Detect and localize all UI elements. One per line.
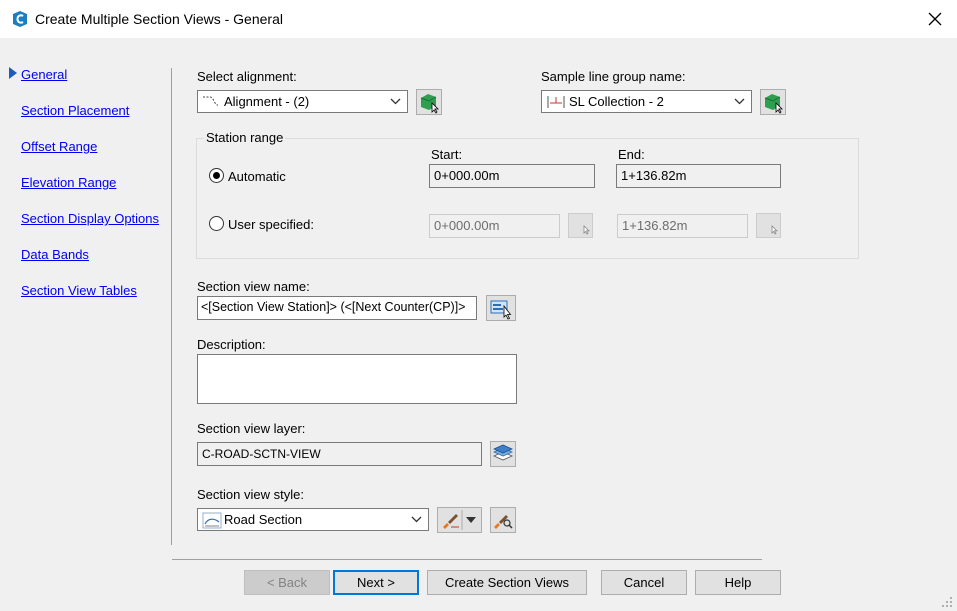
station-range-group <box>196 138 859 259</box>
section-view-name-field[interactable]: <[Section View Station]> (<[Next Counter… <box>197 296 477 320</box>
start-label: Start: <box>431 147 463 162</box>
alignment-icon <box>203 96 219 106</box>
sample-line-group-combo[interactable]: SL Collection - 2 <box>541 90 752 113</box>
end-label: End: <box>618 147 645 162</box>
close-button[interactable] <box>920 6 950 32</box>
automatic-end-field[interactable]: 1+136.82m <box>616 164 781 188</box>
nav-item-section-view-tables[interactable]: Section View Tables <box>21 283 137 298</box>
pick-from-drawing-icon <box>420 94 439 114</box>
pick-from-drawing-icon <box>764 94 783 114</box>
chevron-down-icon <box>734 98 745 105</box>
pick-sample-line-group-button[interactable] <box>760 89 786 115</box>
style-edit-icon <box>443 510 476 530</box>
nav-item-section-display-options[interactable]: Section Display Options <box>21 211 159 226</box>
user-specified-radio[interactable] <box>209 216 224 231</box>
current-page-arrow-icon <box>9 67 17 79</box>
edit-name-template-button[interactable] <box>486 295 516 321</box>
back-button[interactable]: < Back <box>244 570 330 595</box>
wizard-nav: General Section Placement Offset Range E… <box>0 38 172 611</box>
section-view-layer-label: Section view layer: <box>197 421 306 436</box>
user-start-field[interactable]: 0+000.00m <box>429 214 560 238</box>
automatic-start-field[interactable]: 0+000.00m <box>429 164 595 188</box>
station-range-title: Station range <box>204 130 286 145</box>
chevron-down-icon <box>390 98 401 105</box>
resize-grip-icon[interactable] <box>940 595 954 609</box>
nav-divider <box>171 68 172 545</box>
civil3d-app-icon <box>13 11 27 27</box>
title-bar: Create Multiple Section Views - General <box>0 0 957 38</box>
alignment-value: Alignment - (2) <box>224 94 310 109</box>
automatic-label: Automatic <box>228 169 286 184</box>
user-end-field[interactable]: 1+136.82m <box>617 214 748 238</box>
pick-end-station-button[interactable] <box>756 213 781 238</box>
section-view-layer-field[interactable]: C-ROAD-SCTN-VIEW <box>197 442 482 466</box>
style-preview-icon <box>494 515 513 529</box>
section-view-style-value: Road Section <box>224 512 303 527</box>
select-layer-button[interactable] <box>490 441 516 467</box>
cancel-button[interactable]: Cancel <box>601 570 687 595</box>
description-field[interactable] <box>197 354 517 404</box>
automatic-radio[interactable] <box>209 168 224 183</box>
nav-item-general[interactable]: General <box>21 67 67 82</box>
nav-item-data-bands[interactable]: Data Bands <box>21 247 89 262</box>
help-button[interactable]: Help <box>695 570 781 595</box>
close-icon <box>928 12 942 26</box>
next-button[interactable]: Next > <box>333 570 419 595</box>
pick-cursor-icon <box>771 225 778 235</box>
layers-icon <box>493 444 513 461</box>
sample-line-icon <box>547 96 565 108</box>
section-view-style-combo[interactable]: Road Section <box>197 508 429 531</box>
nav-item-section-placement[interactable]: Section Placement <box>21 103 129 118</box>
pick-alignment-button[interactable] <box>416 89 442 115</box>
section-view-style-label: Section view style: <box>197 487 304 502</box>
sample-line-group-value: SL Collection - 2 <box>569 94 664 109</box>
alignment-combo[interactable]: Alignment - (2) <box>197 90 408 113</box>
window-title: Create Multiple Section Views - General <box>35 11 283 27</box>
create-section-views-button[interactable]: Create Section Views <box>427 570 587 595</box>
button-divider <box>172 559 762 560</box>
pick-start-station-button[interactable] <box>568 213 593 238</box>
preview-style-button[interactable] <box>490 507 516 533</box>
pick-cursor-icon <box>583 225 590 235</box>
nav-item-elevation-range[interactable]: Elevation Range <box>21 175 116 190</box>
name-template-icon <box>490 300 512 320</box>
chevron-down-icon <box>411 516 422 523</box>
section-view-name-label: Section view name: <box>197 279 310 294</box>
nav-item-offset-range[interactable]: Offset Range <box>21 139 97 154</box>
description-label: Description: <box>197 337 266 352</box>
sample-line-group-label: Sample line group name: <box>541 69 686 84</box>
edit-style-dropdown-button[interactable] <box>437 507 482 533</box>
section-view-style-icon <box>202 512 222 529</box>
user-specified-label: User specified: <box>228 217 314 232</box>
alignment-label: Select alignment: <box>197 69 297 84</box>
